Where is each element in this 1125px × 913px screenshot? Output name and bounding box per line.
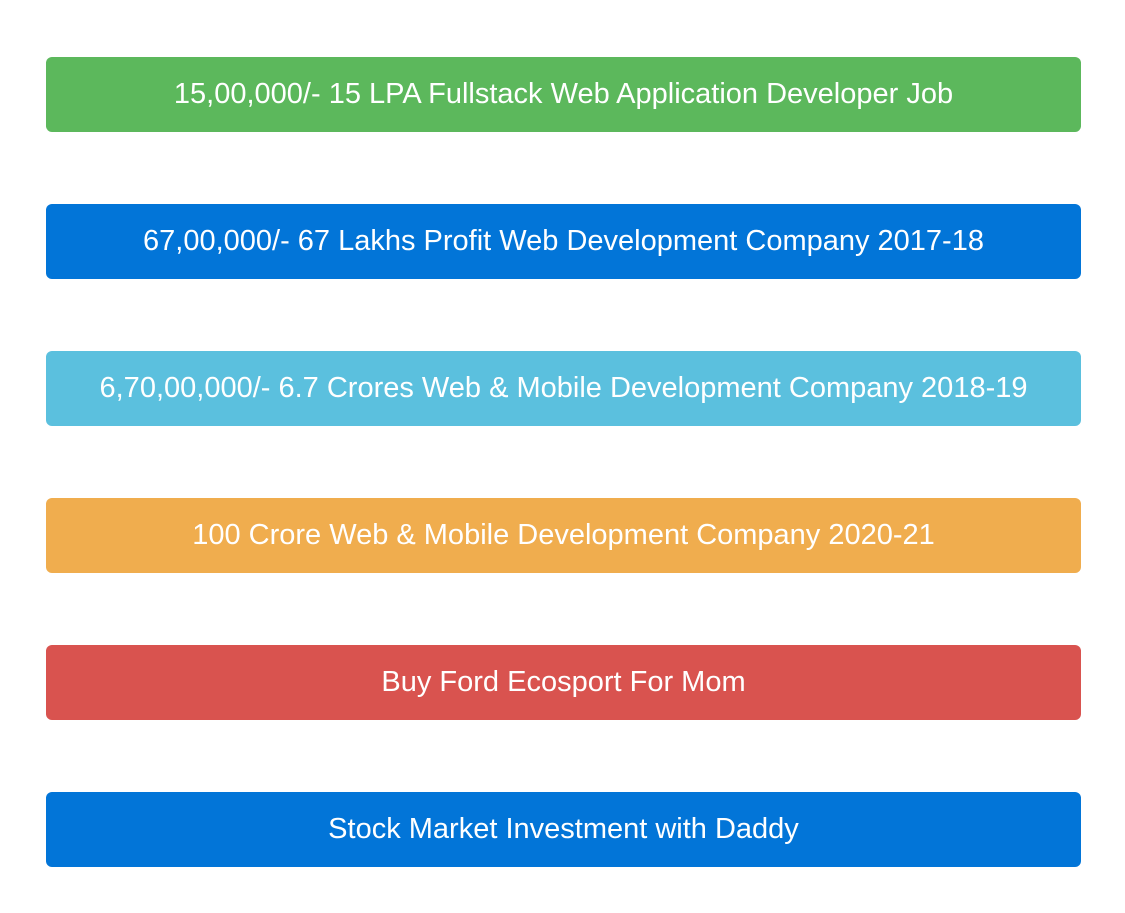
goal-bar-67-lakhs-profit: 67,00,000/- 67 Lakhs Profit Web Developm…: [46, 204, 1081, 279]
goal-bar-100-crore: 100 Crore Web & Mobile Development Compa…: [46, 498, 1081, 573]
goal-list: 15,00,000/- 15 LPA Fullstack Web Applica…: [46, 57, 1081, 867]
goal-bar-6-7-crores: 6,70,00,000/- 6.7 Crores Web & Mobile De…: [46, 351, 1081, 426]
goal-bar-fullstack-job: 15,00,000/- 15 LPA Fullstack Web Applica…: [46, 57, 1081, 132]
goal-bar-stock-market: Stock Market Investment with Daddy: [46, 792, 1081, 867]
goal-bar-ford-ecosport: Buy Ford Ecosport For Mom: [46, 645, 1081, 720]
